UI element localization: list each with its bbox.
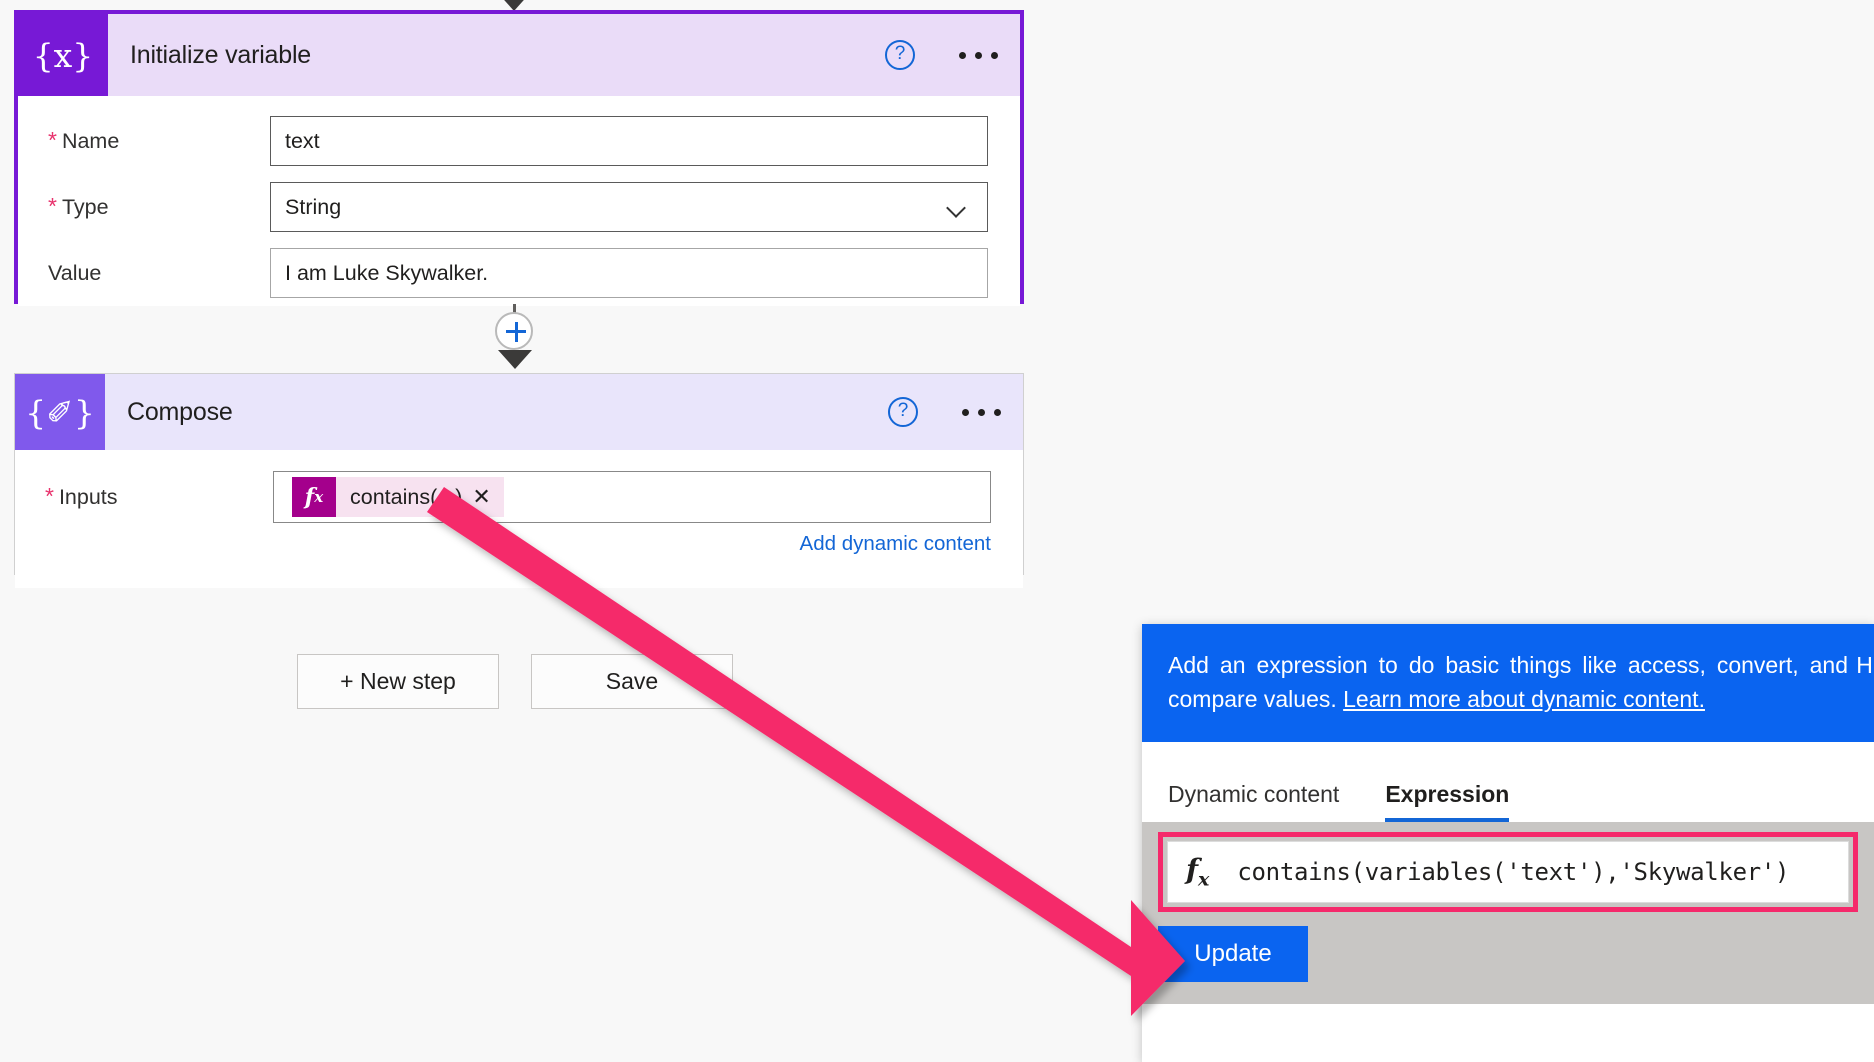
field-control-type: String	[270, 182, 1020, 232]
card-header: {✐} Compose ?	[15, 374, 1023, 450]
field-row-inputs: * Inputs fx contains(...) ✕	[15, 464, 1023, 530]
flyout-tablist: Dynamic content Expression	[1142, 742, 1874, 822]
card-body: * Inputs fx contains(...) ✕ Add dynamic …	[15, 450, 1023, 588]
flyout-expression-area: fx contains(variables('text'),'Skywalker…	[1142, 822, 1874, 1004]
label-text: Name	[61, 128, 120, 153]
hide-banner-button[interactable]: Hi	[1856, 648, 1874, 682]
help-icon[interactable]: ?	[885, 40, 915, 70]
expression-token[interactable]: fx contains(...) ✕	[292, 477, 504, 517]
more-options-icon[interactable]	[962, 408, 1001, 416]
label-text: Inputs	[58, 484, 118, 509]
chevron-down-icon	[947, 201, 969, 213]
expression-token-label: contains(...)	[350, 484, 463, 509]
flyout-info-banner: Add an expression to do basic things lik…	[1142, 624, 1874, 742]
type-dropdown-value: String	[285, 194, 342, 219]
inputs-field[interactable]: fx contains(...) ✕	[273, 471, 991, 523]
card-header-actions: ?	[888, 374, 1001, 450]
page-title-initialize-variable: Initialize variable	[130, 40, 312, 69]
field-label-value: Value	[48, 261, 270, 286]
card-header-actions: ?	[885, 14, 998, 96]
card-header: {x} Initialize variable ?	[18, 14, 1020, 96]
variable-braces-glyph: {x}	[32, 35, 94, 75]
card-body: * Name text * Type String Value I am Luk…	[18, 96, 1020, 306]
expression-flyout-panel: Add an expression to do basic things lik…	[1142, 624, 1874, 1062]
field-row-value: Value I am Luke Skywalker.	[18, 240, 1020, 306]
learn-more-link[interactable]: Learn more about dynamic content.	[1343, 686, 1705, 712]
step-card-initialize-variable[interactable]: {x} Initialize variable ? * Name text * …	[14, 10, 1024, 306]
value-input-value: I am Luke Skywalker.	[285, 260, 489, 285]
connector-arrowhead-bottom	[498, 350, 532, 369]
new-step-button[interactable]: + New step	[297, 654, 499, 709]
fx-icon: fx	[292, 477, 336, 517]
required-asterisk: *	[48, 126, 57, 153]
field-row-type: * Type String	[18, 174, 1020, 240]
remove-token-icon[interactable]: ✕	[472, 486, 503, 508]
more-options-icon[interactable]	[959, 51, 998, 59]
name-input-value: text	[285, 128, 320, 153]
page-title-compose: Compose	[127, 397, 233, 426]
expression-input-value: contains(variables('text'),'Skywalker')	[1237, 858, 1790, 886]
update-button[interactable]: Update	[1158, 926, 1308, 982]
add-dynamic-content-link[interactable]: Add dynamic content	[800, 532, 991, 556]
field-control-value: I am Luke Skywalker.	[270, 248, 1020, 298]
flow-designer-canvas: {x} Initialize variable ? * Name text * …	[0, 0, 1874, 1062]
tab-dynamic-content[interactable]: Dynamic content	[1168, 781, 1339, 822]
required-asterisk: *	[48, 192, 57, 219]
save-button[interactable]: Save	[531, 654, 733, 709]
label-text: Type	[61, 194, 109, 219]
compose-pencil-glyph: {✐}	[25, 392, 95, 432]
label-text: Value	[48, 260, 102, 285]
step-card-compose[interactable]: {✐} Compose ? * Inputs fx contains(...) …	[14, 373, 1024, 588]
fx-icon: fx	[1186, 853, 1210, 891]
field-label-type: * Type	[48, 192, 270, 220]
compose-pencil-icon: {✐}	[15, 374, 105, 450]
tab-expression[interactable]: Expression	[1385, 781, 1510, 822]
field-label-name: * Name	[48, 126, 270, 154]
type-dropdown[interactable]: String	[270, 182, 988, 232]
expression-highlight-outline: fx contains(variables('text'),'Skywalker…	[1158, 832, 1858, 912]
expression-input[interactable]: fx contains(variables('text'),'Skywalker…	[1167, 841, 1849, 903]
required-asterisk: *	[45, 482, 54, 509]
field-row-name: * Name text	[18, 108, 1020, 174]
insert-step-button[interactable]	[495, 312, 533, 350]
name-input[interactable]: text	[270, 116, 988, 166]
variable-braces-icon: {x}	[18, 14, 108, 96]
field-control-name: text	[270, 116, 1020, 166]
field-control-inputs: fx contains(...) ✕	[273, 471, 1023, 523]
value-input[interactable]: I am Luke Skywalker.	[270, 248, 988, 298]
help-icon[interactable]: ?	[888, 397, 918, 427]
field-label-inputs: * Inputs	[45, 482, 273, 510]
